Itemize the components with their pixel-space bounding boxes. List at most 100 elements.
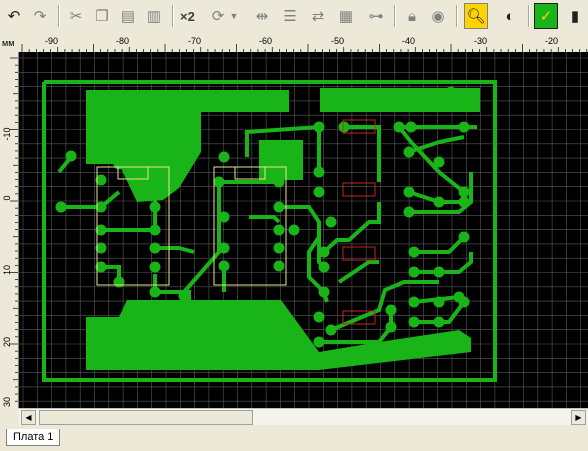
copper-pad	[273, 260, 285, 272]
copper-pad	[318, 261, 330, 273]
copper-pad	[149, 181, 161, 193]
copper-pad	[433, 266, 445, 278]
delete-icon[interactable]: ▥	[142, 3, 166, 29]
copper-pad	[149, 224, 161, 236]
copper-pad	[408, 266, 420, 278]
paste-icon[interactable]: ▤	[116, 3, 140, 29]
copper-pad	[458, 296, 470, 308]
pcb-canvas[interactable]	[19, 52, 588, 408]
align-icon[interactable]: ☰	[278, 3, 302, 29]
copper-pad	[433, 196, 445, 208]
ruler-top-label: -90	[45, 36, 58, 46]
copper-pad	[213, 176, 225, 188]
copper-pad	[408, 246, 420, 258]
ruler-unit: мм	[2, 38, 15, 48]
copper-pad	[65, 150, 77, 162]
copper-pad	[458, 121, 470, 133]
autoroute-icon[interactable]: ⇄	[306, 3, 330, 29]
undo-icon[interactable]: ↶	[2, 3, 26, 29]
connections-icon[interactable]: ⊶	[364, 3, 388, 29]
lock-icon[interactable]: 🔒︎	[400, 3, 424, 29]
pcb-drawing[interactable]	[19, 52, 588, 408]
copper-pad	[458, 186, 470, 198]
copper-pad	[218, 151, 230, 163]
multiply-button[interactable]: ×2	[180, 9, 195, 24]
copper-pad	[408, 296, 420, 308]
ruler-top-label: -70	[188, 36, 201, 46]
copper-pad	[458, 196, 470, 208]
unlock-icon[interactable]: ◉	[426, 3, 450, 29]
layer-color-icon[interactable]: ◐	[498, 3, 522, 29]
ruler-left: -10 0 10 20 30	[0, 52, 19, 408]
main-toolbar: ↶ ↷ ✂ ❐ ▤ ▥ ×2 ⟳ ▼ ⇹ ☰ ⇄ ▦ ⊶ 🔒︎ ◉ 🔍︎ ◐ ✓…	[0, 0, 588, 35]
ruler-top-label: -20	[545, 36, 558, 46]
copper-pad	[385, 304, 397, 316]
scroll-left-icon[interactable]: ◀	[21, 410, 36, 425]
copper-pad	[433, 156, 445, 168]
copper-pad	[113, 158, 125, 170]
toolbar-separator	[456, 5, 457, 27]
copper-pad	[149, 261, 161, 273]
copper-pad	[149, 201, 161, 213]
copper-pad	[325, 216, 337, 228]
copper-pad	[458, 231, 470, 243]
scroll-right-icon[interactable]: ▶	[571, 410, 586, 425]
redo-icon[interactable]: ↷	[28, 3, 52, 29]
scrollbar-thumb[interactable]	[39, 410, 253, 425]
copper-pour-top-left	[86, 90, 289, 202]
copper-pad-center	[259, 140, 303, 180]
zoom-icon[interactable]: 🔍︎	[464, 3, 488, 29]
copper-pad	[433, 296, 445, 308]
copper-pad	[403, 206, 415, 218]
silkscreen-layer	[96, 166, 287, 286]
grid-icon[interactable]: ▦	[334, 3, 358, 29]
ruler-top-label: -60	[259, 36, 272, 46]
copper-pad	[313, 166, 325, 178]
ruler-left-label: 20	[2, 337, 12, 347]
copper-pad	[218, 211, 230, 223]
copper-pad	[408, 316, 420, 328]
ruler-top-label: -30	[474, 36, 487, 46]
tool-icon[interactable]: ▮	[566, 3, 584, 29]
copper-pad	[218, 260, 230, 272]
drc-icon[interactable]: ✓	[534, 3, 558, 29]
rotate-icon[interactable]: ⟳	[206, 3, 230, 29]
copper-pad	[218, 242, 230, 254]
ruler-left-label: -10	[2, 127, 12, 140]
tab-board-1[interactable]: Плата 1	[6, 429, 61, 446]
toolbar-separator	[394, 5, 395, 27]
copy-icon[interactable]: ❐	[90, 3, 114, 29]
toolbar-separator	[58, 5, 59, 27]
copper-pad	[288, 224, 300, 236]
ruler-left-label: 10	[2, 265, 12, 275]
copper-pad	[178, 290, 190, 302]
copper-pad	[393, 121, 405, 133]
copper-pad	[338, 121, 350, 133]
copper-pad	[273, 224, 285, 236]
toolbar-separator	[528, 5, 529, 27]
bottom-tab-bar: Плата 1	[0, 425, 588, 451]
copper-pad	[149, 242, 161, 254]
copper-pad	[403, 146, 415, 158]
ruler-corner: мм	[0, 34, 18, 52]
copper-pad	[325, 324, 337, 336]
mirror-vertical-icon[interactable]: ⇹	[250, 3, 274, 29]
ruler-top-label: -40	[402, 36, 415, 46]
copper-pad	[273, 201, 285, 213]
copper-pad	[318, 286, 330, 298]
copper-pad	[405, 121, 417, 133]
resistor-marker	[342, 182, 376, 197]
copper-pad	[149, 286, 161, 298]
copper-pad	[433, 316, 445, 328]
toolbar-separator	[172, 5, 173, 27]
ruler-top-label: -80	[116, 36, 129, 46]
pcb-board	[42, 80, 497, 382]
horizontal-scrollbar[interactable]: ◀ ▶	[19, 408, 588, 426]
ruler-top-label: -50	[331, 36, 344, 46]
ruler-left-label: 0	[2, 195, 12, 200]
copper-pad	[385, 321, 397, 333]
rotate-dropdown-icon[interactable]: ▼	[228, 3, 240, 29]
ruler-top-svg: -90 -80 -70 -60 -50 -40 -30 -20	[21, 36, 588, 52]
cut-icon[interactable]: ✂	[64, 3, 88, 29]
copper-pad	[273, 242, 285, 254]
